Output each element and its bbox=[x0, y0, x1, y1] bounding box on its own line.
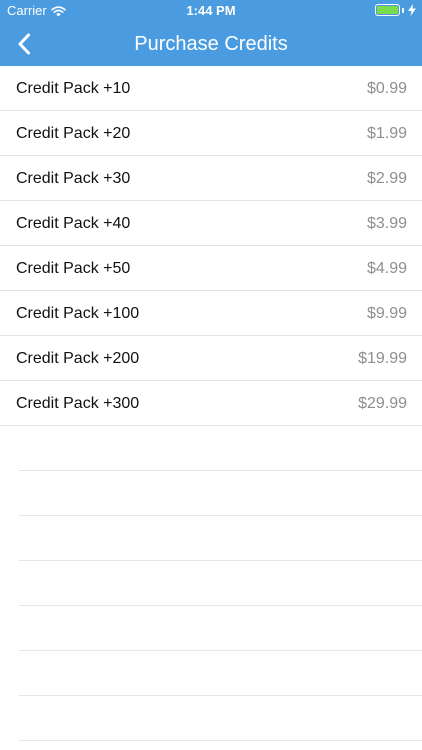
credit-pack-price: $0.99 bbox=[366, 80, 407, 97]
credit-pack-list: Credit Pack +10 $0.99 Credit Pack +20 $1… bbox=[0, 66, 422, 426]
credit-pack-price: $1.99 bbox=[366, 125, 407, 142]
credit-pack-price: $2.99 bbox=[366, 170, 407, 187]
battery-status bbox=[375, 4, 416, 16]
battery-tip bbox=[402, 7, 404, 13]
credit-pack-row[interactable]: Credit Pack +100 $9.99 bbox=[0, 291, 422, 336]
empty-row-separator bbox=[19, 561, 422, 606]
credit-pack-row[interactable]: Credit Pack +200 $19.99 bbox=[0, 336, 422, 381]
credit-pack-price: $29.99 bbox=[358, 395, 407, 412]
empty-row-separator bbox=[19, 426, 422, 471]
credit-pack-price: $3.99 bbox=[366, 215, 407, 232]
status-bar: Carrier 1:44 PM bbox=[0, 0, 422, 22]
credit-pack-row[interactable]: Credit Pack +10 $0.99 bbox=[0, 66, 422, 111]
empty-row-separator bbox=[19, 651, 422, 696]
empty-row-separator bbox=[19, 696, 422, 741]
credit-pack-row[interactable]: Credit Pack +20 $1.99 bbox=[0, 111, 422, 156]
empty-row-separator bbox=[19, 471, 422, 516]
empty-row-separator bbox=[19, 516, 422, 561]
empty-row-separator bbox=[19, 606, 422, 651]
credit-pack-name: Credit Pack +20 bbox=[16, 125, 131, 142]
bolt-icon bbox=[408, 4, 416, 16]
battery-level bbox=[377, 6, 398, 14]
credit-pack-row[interactable]: Credit Pack +300 $29.99 bbox=[0, 381, 422, 426]
credit-pack-name: Credit Pack +10 bbox=[16, 80, 131, 97]
credit-pack-name: Credit Pack +100 bbox=[16, 305, 140, 322]
credit-pack-name: Credit Pack +30 bbox=[16, 170, 131, 187]
credit-pack-name: Credit Pack +300 bbox=[16, 395, 140, 412]
credit-pack-row[interactable]: Credit Pack +40 $3.99 bbox=[0, 201, 422, 246]
empty-table-area bbox=[0, 426, 422, 741]
navigation-bar: Purchase Credits bbox=[0, 22, 422, 66]
credit-pack-name: Credit Pack +50 bbox=[16, 260, 131, 277]
credit-pack-price: $19.99 bbox=[358, 350, 407, 367]
credit-pack-name: Credit Pack +40 bbox=[16, 215, 131, 232]
page-title: Purchase Credits bbox=[134, 33, 288, 55]
credit-pack-row[interactable]: Credit Pack +30 $2.99 bbox=[0, 156, 422, 201]
status-time: 1:44 PM bbox=[186, 3, 236, 18]
credit-pack-price: $4.99 bbox=[366, 260, 407, 277]
credit-pack-name: Credit Pack +200 bbox=[16, 350, 140, 367]
credit-pack-row[interactable]: Credit Pack +50 $4.99 bbox=[0, 246, 422, 291]
battery-icon bbox=[375, 4, 400, 16]
credit-pack-price: $9.99 bbox=[366, 305, 407, 322]
header: Carrier 1:44 PM Purchase Credits bbox=[0, 0, 422, 66]
